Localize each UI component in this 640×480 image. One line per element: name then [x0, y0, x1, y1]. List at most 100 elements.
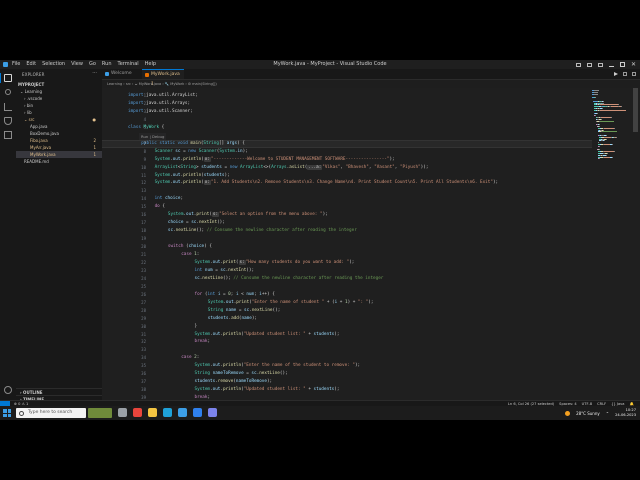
split-editor-icon[interactable]	[623, 72, 627, 76]
code-line[interactable]: System.out.println("Enter the name of th…	[195, 362, 361, 370]
tree-item[interactable]: › .vscode	[16, 95, 102, 102]
line-number: 37	[141, 379, 146, 385]
tray-chevron-icon[interactable]: ⌃	[606, 411, 609, 416]
close-icon[interactable]: ✕	[631, 60, 636, 69]
task-view-icon[interactable]	[118, 408, 127, 417]
vertical-scrollbar[interactable]	[633, 88, 638, 400]
minimize-icon[interactable]	[608, 63, 614, 67]
menu-edit[interactable]: Edit	[26, 60, 36, 69]
code-line[interactable]: }	[195, 323, 198, 331]
sidebar-section-outline[interactable]: › OUTLINE	[16, 388, 102, 395]
code-line[interactable]: System.out.println("Updated student list…	[195, 386, 340, 394]
project-root[interactable]: MYPROJECT	[18, 82, 44, 87]
taskbar-search-input[interactable]: Type here to search	[16, 408, 86, 418]
code-line[interactable]: case 2:	[181, 354, 199, 362]
store-icon[interactable]	[178, 408, 187, 417]
code-line[interactable]: System.out.println(x:"-------------Welco…	[155, 156, 395, 164]
more-actions-icon[interactable]: ···	[92, 70, 97, 76]
code-line[interactable]: System.out.println("Updated student list…	[195, 331, 340, 339]
tab-mywork-java[interactable]: MyWork.java 1	[142, 69, 184, 87]
code-line[interactable]: do {	[155, 203, 165, 211]
code-line[interactable]: sc.nextLine(); // Consume the newline ch…	[168, 227, 357, 235]
source-control-icon[interactable]	[4, 103, 12, 111]
more-icon[interactable]	[632, 72, 636, 76]
code-token: num	[246, 291, 255, 297]
code-line[interactable]: sc.nextLine(); // Consume the newline ch…	[195, 275, 384, 283]
code-line[interactable]: ArrayList<String> students = new ArrayLi…	[155, 164, 428, 172]
code-line[interactable]: int choice;	[155, 195, 183, 203]
run-debug-icon[interactable]	[4, 117, 12, 125]
code-line[interactable]: for (int i = 0; i < num; i++) {	[195, 291, 275, 299]
run-debug-codelens[interactable]: Run | Debug	[139, 132, 167, 140]
code-line[interactable]: System.out.println(students);	[155, 172, 230, 180]
code-line[interactable]: students.remove(nameToRemove);	[195, 378, 273, 386]
tree-item-label: › .vscode	[24, 96, 43, 101]
code-line[interactable]: String nameToRemove = sc.nextLine();	[195, 370, 288, 378]
code-line[interactable]: System.out.println(x:"1. Add Students\n2…	[155, 179, 498, 187]
code-token: {	[159, 124, 165, 130]
tree-item[interactable]: Fibo.java 2	[16, 137, 102, 144]
edge-icon[interactable]	[163, 408, 172, 417]
menu-selection[interactable]: Selection	[42, 60, 65, 69]
tree-item[interactable]: › lib	[16, 109, 102, 116]
tree-item[interactable]: App.java	[16, 123, 102, 130]
chrome-icon[interactable]	[133, 408, 142, 417]
code-line[interactable]: students.add(name);	[208, 315, 257, 323]
run-icon[interactable]	[614, 72, 618, 76]
minimap[interactable]	[592, 90, 626, 160]
code-line[interactable]: public static void main(String[] args) {	[141, 140, 245, 148]
code-editor[interactable]: 1234567891011121314151617181920212223242…	[102, 88, 640, 400]
extensions-icon[interactable]	[4, 131, 12, 139]
menu-terminal[interactable]: Terminal	[118, 60, 139, 69]
maximize-icon[interactable]	[619, 62, 625, 67]
search-highlight-image[interactable]	[88, 408, 112, 418]
menu-help[interactable]: Help	[145, 60, 156, 69]
line-number: 13	[141, 188, 146, 194]
code-line[interactable]: import java.util.Arrays;	[128, 100, 190, 108]
code-line[interactable]: switch (choice) {	[168, 243, 212, 251]
code-token: +	[305, 331, 314, 337]
code-line[interactable]: choice = sc.nextInt();	[168, 219, 225, 227]
account-icon[interactable]	[4, 386, 12, 394]
code-line[interactable]: case 1:	[181, 251, 199, 259]
layout-panel-icon[interactable]	[586, 62, 592, 67]
code-line[interactable]: String name = sc.nextLine();	[208, 307, 280, 315]
vscode-icon[interactable]	[193, 408, 202, 417]
menu-view[interactable]: View	[71, 60, 83, 69]
code-line[interactable]: Scanner sc = new Scanner(System.in);	[155, 148, 248, 156]
menu-run[interactable]: Run	[102, 60, 112, 69]
menu-file[interactable]: File	[12, 60, 20, 69]
tree-item[interactable]: ⌄ Learning	[16, 88, 102, 95]
code-line[interactable]: class MyWork {	[128, 124, 164, 132]
teams-icon[interactable]	[208, 408, 217, 417]
breadcrumb[interactable]: Learning › src › ☕ MyWork.java › 🔧 MyWor…	[102, 80, 640, 88]
layout-sidebar-icon[interactable]	[575, 62, 581, 67]
code-line[interactable]: import java.util.ArrayList;	[128, 92, 198, 100]
tree-item[interactable]: BoxDemo.java	[16, 130, 102, 137]
layout-secondary-icon[interactable]	[597, 62, 603, 67]
tree-item[interactable]: ⌄ src ●	[16, 116, 102, 123]
code-line[interactable]: System.out.print("Enter the name of stud…	[208, 299, 374, 307]
code-line[interactable]: int num = sc.nextInt();	[195, 267, 255, 275]
code-line[interactable]: import java.util.Scanner;	[128, 108, 193, 116]
search-icon[interactable]	[5, 89, 11, 95]
code-line[interactable]: System.out.print(s:"Select an option fro…	[168, 211, 328, 219]
code-token: public static void	[141, 140, 191, 146]
tree-item[interactable]: MyWork.java 1	[16, 151, 102, 158]
clock[interactable]: 10:27 24-06-2023	[615, 408, 636, 418]
tree-item[interactable]: MyArr.java 1	[16, 144, 102, 151]
weather-text[interactable]: 28°C Sunny	[576, 411, 600, 416]
code-token: nameToRemove	[212, 371, 244, 377]
code-line[interactable]: System.out.print(s:"How many students do…	[195, 259, 354, 267]
code-token: main	[190, 140, 201, 146]
menu-go[interactable]: Go	[89, 60, 96, 69]
tree-item[interactable]: › bin	[16, 102, 102, 109]
code-token: switch	[167, 244, 184, 250]
scrollbar-thumb[interactable]	[633, 88, 638, 132]
code-line[interactable]: break;	[195, 338, 211, 346]
windows-start-icon[interactable]	[3, 409, 11, 417]
explorer-icon[interactable]	[4, 74, 12, 82]
explorer-icon[interactable]	[148, 408, 157, 417]
tab-welcome[interactable]: Welcome	[102, 69, 142, 79]
tree-item[interactable]: README.md	[16, 158, 102, 165]
